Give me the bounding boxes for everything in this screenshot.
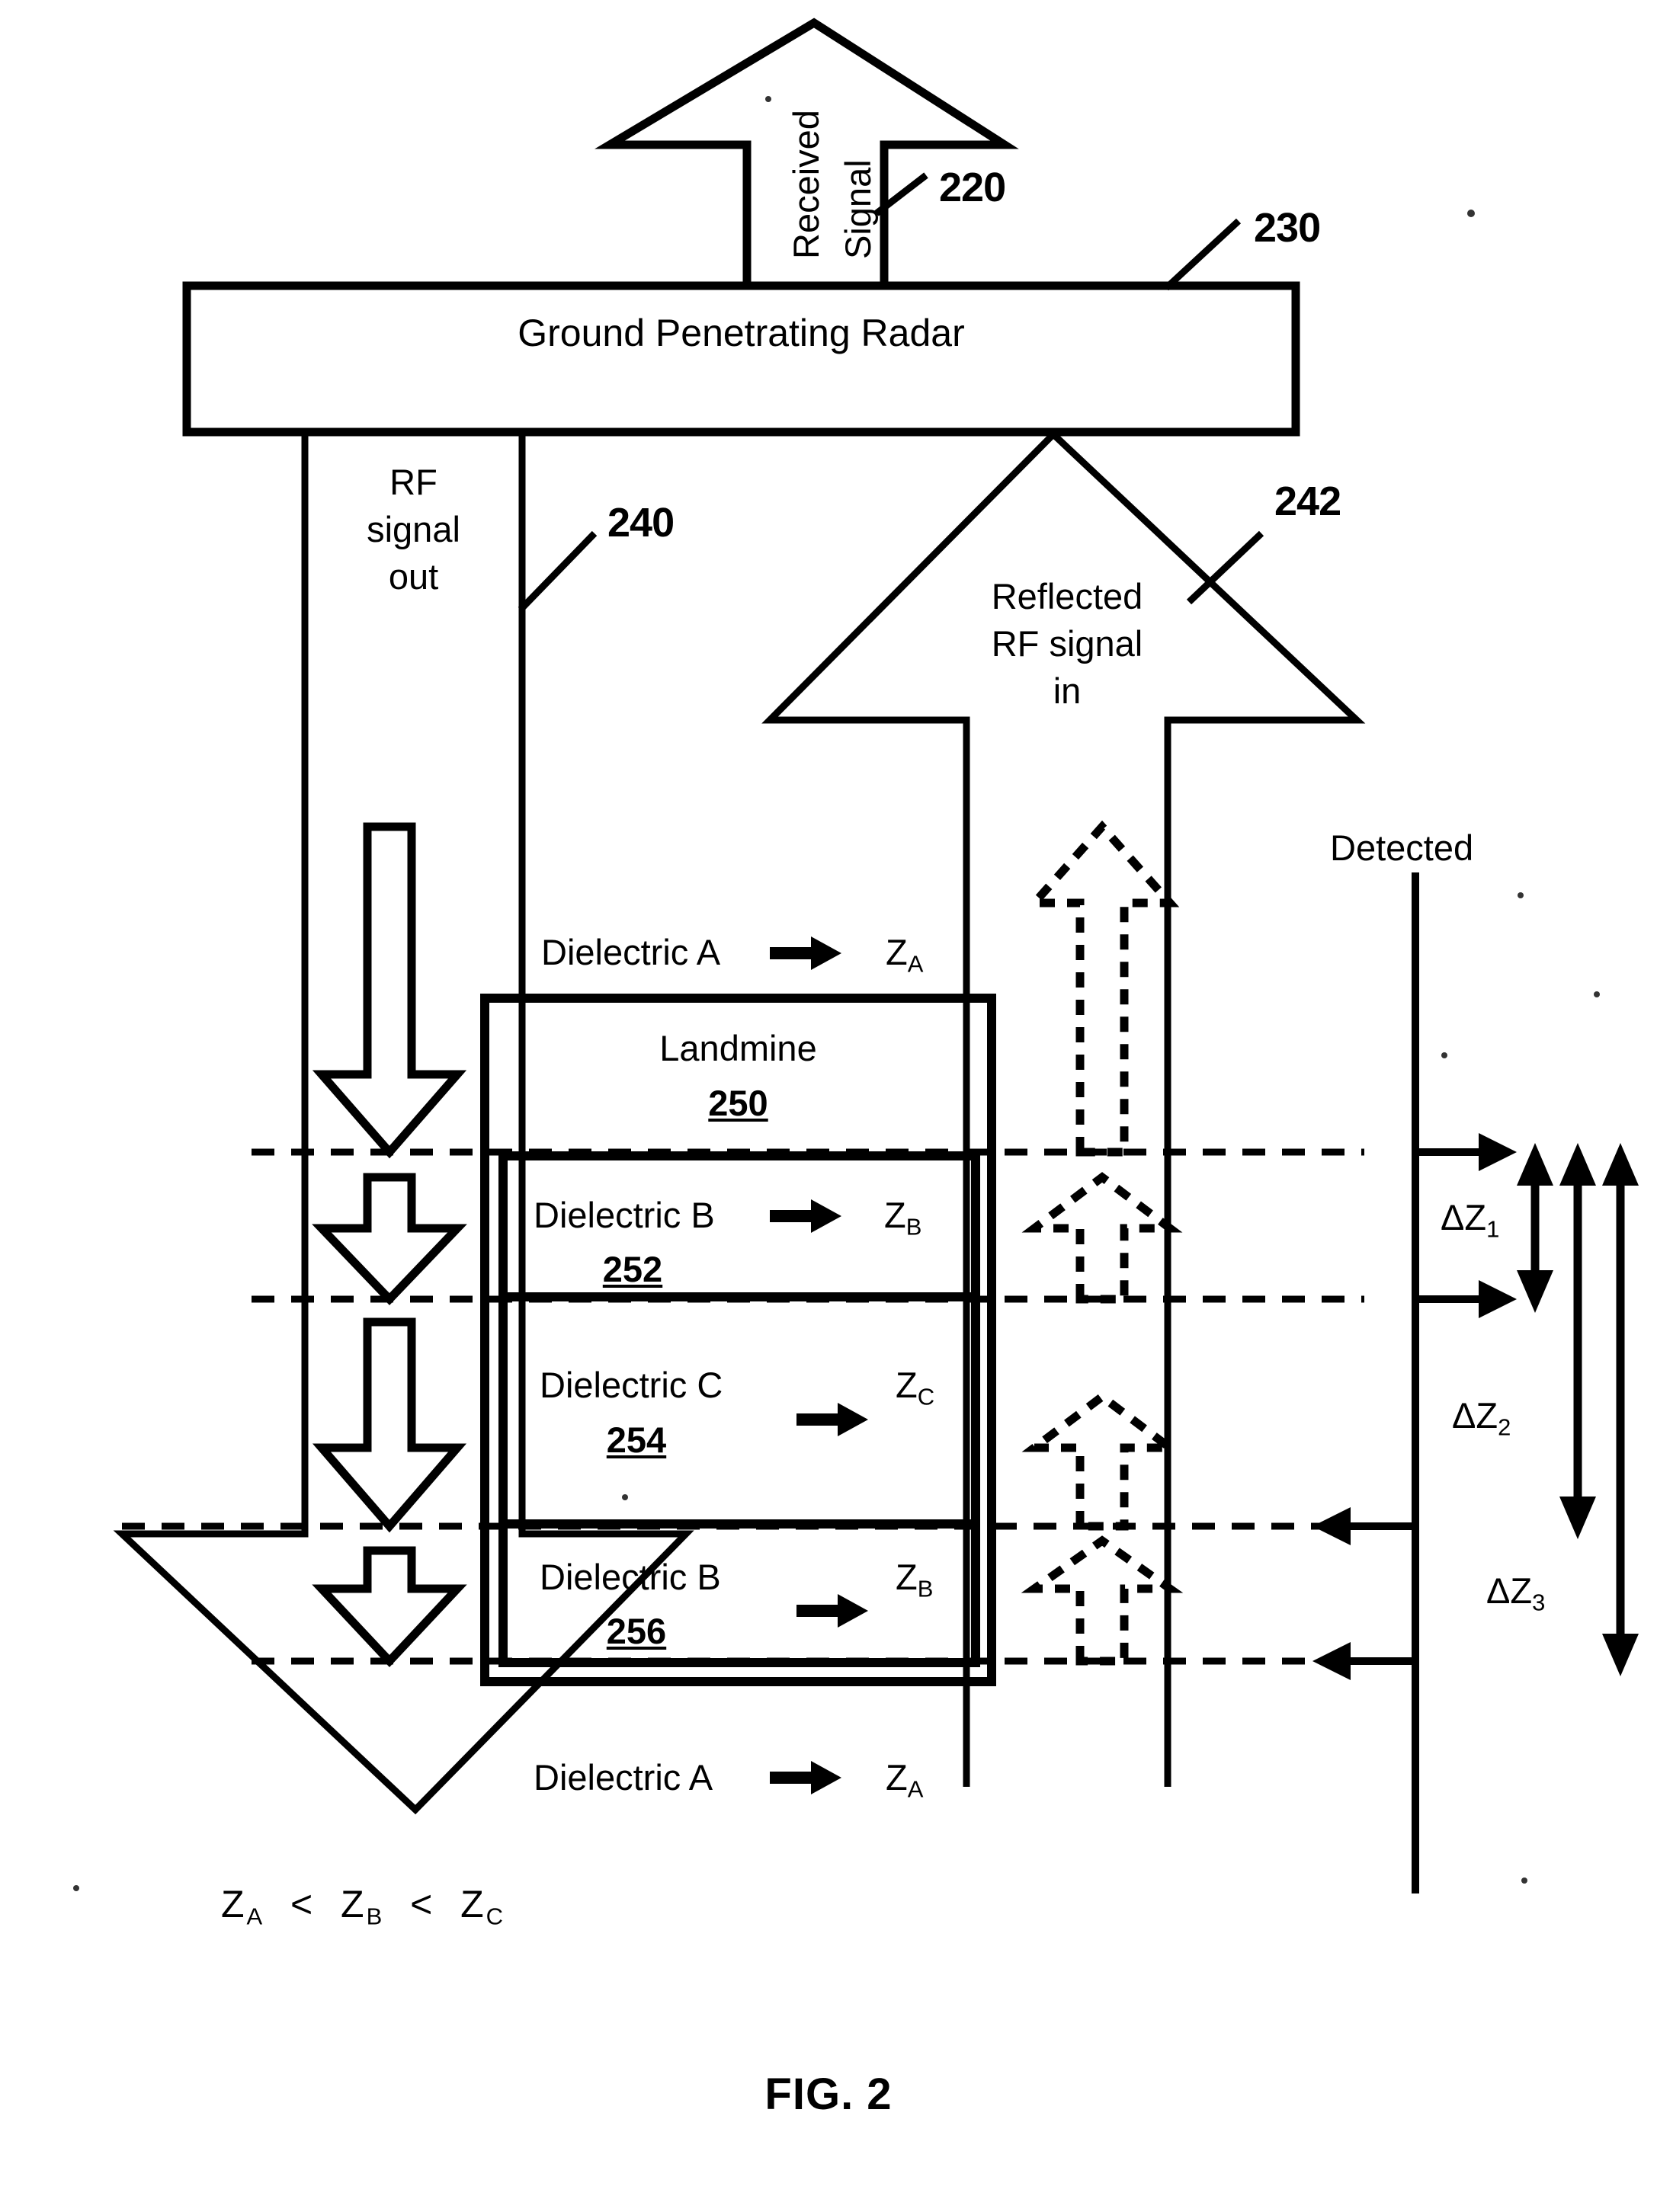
landmine-name: Landmine: [659, 1028, 817, 1068]
delta-z3-label: ΔZ3: [1486, 1570, 1546, 1616]
received-signal-label-line1: Received: [786, 110, 826, 259]
ref-number-230: 230: [1254, 205, 1321, 251]
ref-number-256: 256: [606, 1611, 667, 1651]
ref-number-252: 252: [602, 1249, 663, 1289]
dielectric-c-254-name: Dielectric C: [540, 1365, 723, 1405]
dielectric-b-252-impedance: ZB: [884, 1195, 922, 1240]
rf-penetration-arrows: [312, 822, 467, 1668]
dielectric-b-256-impedance: ZB: [896, 1557, 934, 1602]
received-signal-label-line2: Signal: [838, 159, 878, 259]
figure-caption: FIG. 2: [764, 2070, 893, 2119]
gpr-box: [182, 281, 1300, 437]
reflected-up-arrow-1: [1024, 820, 1180, 1157]
rf-down-arrow-4: [312, 1546, 467, 1668]
dielectric-a-top-name: Dielectric A: [541, 932, 721, 972]
ref-number-250: 250: [708, 1083, 768, 1123]
delta-z1-head-top: [1517, 1143, 1553, 1186]
dielectric-c-254-impedance: ZC: [896, 1365, 935, 1410]
reflected-up-arrow-3: [1021, 1391, 1183, 1531]
leader-230: [1163, 218, 1242, 291]
dielectric-b-252-name: Dielectric B: [534, 1195, 715, 1235]
delta-z1-label: ΔZ1: [1441, 1197, 1500, 1243]
ref-number-240: 240: [607, 500, 675, 546]
dielectric-a-bottom-impedance: ZA: [886, 1757, 924, 1803]
delta-z-arrows: [1530, 1166, 1625, 1650]
impedance-arrow-a-bottom: [770, 1761, 841, 1794]
patent-figure: Received Signal 220 Ground Penetrating R…: [0, 0, 1657, 2212]
gpr-label: Ground Penetrating Radar: [518, 312, 965, 354]
reflected-up-arrow-4: [1021, 1535, 1184, 1666]
delta-z1-head-bot: [1517, 1270, 1553, 1313]
impedance-arrow-b-252: [770, 1199, 841, 1233]
reflected-rf-line2: RF signal: [991, 623, 1143, 664]
rf-signal-out-line3: out: [388, 556, 439, 597]
impedance-arrow-a-top: [770, 936, 841, 970]
ref-number-242: 242: [1274, 479, 1341, 524]
delta-z2-head-top: [1559, 1143, 1596, 1186]
detect-head-1: [1479, 1133, 1517, 1171]
detect-head-3: [1312, 1507, 1351, 1545]
reflected-rf-line1: Reflected: [991, 576, 1143, 616]
ref-number-220: 220: [939, 165, 1006, 210]
detect-head-4: [1312, 1642, 1351, 1680]
rf-signal-out-line2: signal: [367, 509, 460, 549]
delta-z2-head-bot: [1559, 1497, 1596, 1539]
dielectric-b-256-name: Dielectric B: [540, 1557, 721, 1597]
rf-signal-out-line1: RF: [389, 462, 437, 502]
impedance-arrow-c-254: [796, 1403, 868, 1436]
reflected-rf-line3: in: [1053, 671, 1082, 711]
detected-label: Detected: [1330, 827, 1474, 868]
delta-z3-head-top: [1602, 1143, 1639, 1186]
dielectric-a-top-impedance: ZA: [886, 932, 924, 978]
ref-number-254: 254: [606, 1420, 667, 1460]
impedance-arrow-b-256: [796, 1594, 868, 1628]
reflected-up-arrow-2: [1021, 1172, 1183, 1304]
delta-z2-label: ΔZ2: [1452, 1395, 1511, 1441]
dielectric-a-bottom-name: Dielectric A: [534, 1757, 713, 1797]
rf-down-arrow-3: [312, 1317, 467, 1533]
rf-down-arrow-2: [312, 1173, 467, 1305]
detect-head-2: [1479, 1280, 1517, 1318]
delta-z3-head-bot: [1602, 1634, 1639, 1676]
reflection-arrows: [1021, 820, 1184, 1666]
leader-240: [518, 530, 598, 613]
rf-down-arrow-1: [312, 822, 467, 1159]
impedance-inequality: ZA < ZB < ZC: [221, 1883, 505, 1930]
